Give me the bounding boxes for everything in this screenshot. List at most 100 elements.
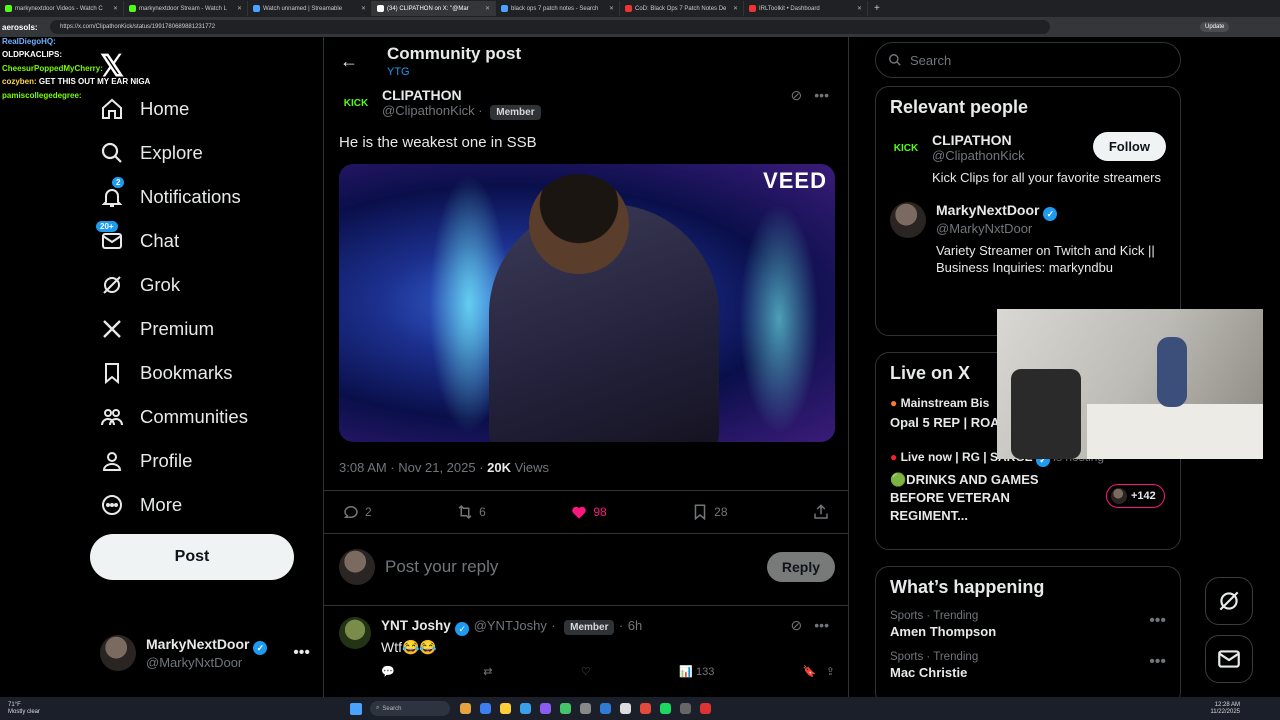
chat-user: aerosols: — [2, 23, 38, 32]
app-icon[interactable] — [620, 703, 632, 714]
windows-start-icon[interactable] — [350, 702, 363, 715]
nav-grok[interactable]: Grok — [90, 263, 322, 307]
account-switcher[interactable]: MarkyNextDoor ✓ @MarkyNxtDoor ••• — [100, 635, 310, 671]
main-nav: Home Explore 2 Notifications 20+ Chat Gr… — [90, 87, 322, 527]
grok-icon[interactable]: ⊘ — [791, 87, 803, 104]
nav-communities[interactable]: Communities — [90, 395, 322, 439]
trend-item[interactable]: Sports · Trending Mac Christie ••• — [876, 645, 1180, 686]
reply-icon — [343, 506, 358, 518]
folder-icon[interactable] — [500, 703, 512, 714]
heart-icon[interactable]: ♡ — [581, 665, 591, 678]
nav-chat[interactable]: 20+ Chat — [90, 219, 322, 263]
reply-button[interactable]: Reply — [766, 552, 835, 582]
close-icon[interactable]: ✕ — [237, 5, 242, 12]
person-row[interactable]: KICK CLIPATHON @ClipathonKick Kick Clips… — [876, 124, 1180, 194]
new-tab-icon[interactable]: + — [874, 3, 880, 14]
close-icon[interactable]: ✕ — [733, 5, 738, 12]
author-name[interactable]: CLIPATHON — [382, 87, 541, 103]
weather-widget[interactable]: 71°F Mostly clear — [8, 702, 40, 716]
repost-action[interactable]: 6 — [456, 503, 486, 521]
app-icon[interactable] — [600, 703, 612, 714]
browser-tab[interactable]: Watch unnamed | Streamable ✕ — [248, 1, 372, 16]
listeners-badge[interactable]: +142 — [1106, 484, 1165, 508]
nav-profile[interactable]: Profile — [90, 439, 322, 483]
reply-author-handle[interactable]: @YNTJoshy — [474, 618, 547, 633]
chrome-icon[interactable] — [640, 703, 652, 714]
share-action[interactable] — [812, 503, 830, 521]
post-button[interactable]: Post — [90, 534, 294, 580]
x-icon — [103, 320, 121, 338]
browser-tab[interactable]: black ops 7 patch notes - Search ✕ — [496, 1, 620, 16]
close-icon[interactable]: ✕ — [361, 5, 366, 12]
views-action[interactable]: 📊 133 — [679, 665, 714, 678]
browser-tab[interactable]: CoD: Black Ops 7 Patch Notes De ✕ — [620, 1, 744, 16]
app-icon[interactable] — [540, 703, 552, 714]
clock-date: 11/22/2025 — [1210, 708, 1240, 715]
bookmark-icon — [694, 504, 706, 521]
browser-tab-active[interactable]: (34) CLIPATHON on X: "@Mar ✕ — [372, 1, 496, 16]
trend-item[interactable]: Sports · Trending Amen Thompson ••• — [876, 604, 1180, 645]
post-timestamp[interactable]: 3:08 AM · Nov 21, 2025 · — [339, 460, 487, 475]
more-options-icon[interactable]: ••• — [814, 617, 829, 634]
nav-label: More — [140, 494, 183, 515]
url-field[interactable]: https://x.com/ClipathonKick/status/19917… — [50, 20, 1050, 34]
app-icon[interactable] — [460, 703, 472, 714]
reply-post[interactable]: YNT Joshy ✓ @YNTJoshy · Member · 6h Wtf😂… — [339, 617, 835, 656]
search-icon: ⌕ — [376, 705, 380, 711]
chat-user: pamiscollegedegree: — [2, 90, 82, 100]
more-options-icon[interactable]: ••• — [293, 644, 310, 662]
grok-fab[interactable] — [1205, 577, 1253, 625]
taskbar-search[interactable]: ⌕ Search — [370, 701, 451, 716]
close-icon[interactable]: ✕ — [609, 5, 614, 12]
post-video[interactable]: VEED — [339, 164, 835, 442]
repost-icon[interactable]: ⇄ — [483, 665, 492, 678]
reply-author-name[interactable]: YNT Joshy — [381, 618, 451, 633]
bookmark-action[interactable]: 28 — [691, 503, 728, 521]
nav-premium[interactable]: Premium — [90, 307, 322, 351]
search-input[interactable]: Search — [875, 42, 1181, 78]
app-icon[interactable] — [680, 703, 692, 714]
update-button[interactable]: Update — [1200, 22, 1230, 32]
nav-explore[interactable]: Explore — [90, 131, 322, 175]
edge-icon[interactable] — [520, 703, 532, 714]
reply-icon[interactable]: 💬 — [381, 665, 395, 678]
more-options-icon[interactable]: ••• — [814, 87, 829, 104]
system-clock[interactable]: 12:28 AM 11/22/2025 — [1210, 702, 1240, 716]
author-avatar[interactable]: KICK — [340, 87, 372, 119]
spotify-icon[interactable] — [660, 703, 672, 714]
reply-action[interactable]: 2 — [342, 503, 372, 521]
back-arrow-icon[interactable]: ← — [340, 51, 358, 72]
nav-notifications[interactable]: 2 Notifications — [90, 175, 322, 219]
app-icon[interactable] — [480, 703, 492, 714]
like-action[interactable]: 98 — [570, 503, 607, 521]
close-icon[interactable]: ✕ — [113, 5, 118, 12]
app-icon[interactable] — [700, 703, 712, 714]
video-watermark: VEED — [763, 168, 827, 193]
browser-tab[interactable]: markynextdoor Videos - Watch C ✕ — [0, 1, 124, 16]
webcam-chair — [1011, 369, 1081, 459]
follow-button[interactable]: Follow — [1092, 132, 1166, 161]
person-row[interactable]: MarkyNextDoor ✓ @MarkyNxtDoor Variety St… — [876, 194, 1180, 284]
verified-icon: ✓ — [1043, 207, 1058, 221]
browser-tab[interactable]: IRLToolkit • Dashboard ✕ — [744, 1, 868, 16]
more-options-icon[interactable]: ••• — [1149, 653, 1166, 671]
messages-fab[interactable] — [1205, 635, 1253, 683]
bookmark-icon[interactable]: 🔖 — [803, 666, 817, 678]
avatar[interactable] — [339, 617, 371, 649]
nav-more[interactable]: More — [90, 483, 322, 527]
mail-icon — [102, 233, 122, 249]
nav-bookmarks[interactable]: Bookmarks — [90, 351, 322, 395]
community-link[interactable]: YTG — [387, 66, 410, 78]
browser-tab[interactable]: markynextdoor Stream - Watch L ✕ — [124, 1, 248, 16]
grok-icon[interactable]: ⊘ — [791, 617, 803, 634]
tab-label: (34) CLIPATHON on X: "@Mar — [387, 5, 469, 12]
share-icon[interactable]: ⇪ — [826, 666, 835, 678]
close-icon[interactable]: ✕ — [485, 5, 490, 12]
more-options-icon[interactable]: ••• — [1149, 612, 1166, 630]
app-icon[interactable] — [580, 703, 592, 714]
author-handle[interactable]: @ClipathonKick — [382, 103, 475, 118]
reply-input[interactable]: Post your reply — [385, 557, 498, 577]
close-icon[interactable]: ✕ — [857, 5, 862, 12]
app-icon[interactable] — [560, 703, 572, 714]
post-meta: 3:08 AM · Nov 21, 2025 · 20K Views — [339, 460, 549, 475]
